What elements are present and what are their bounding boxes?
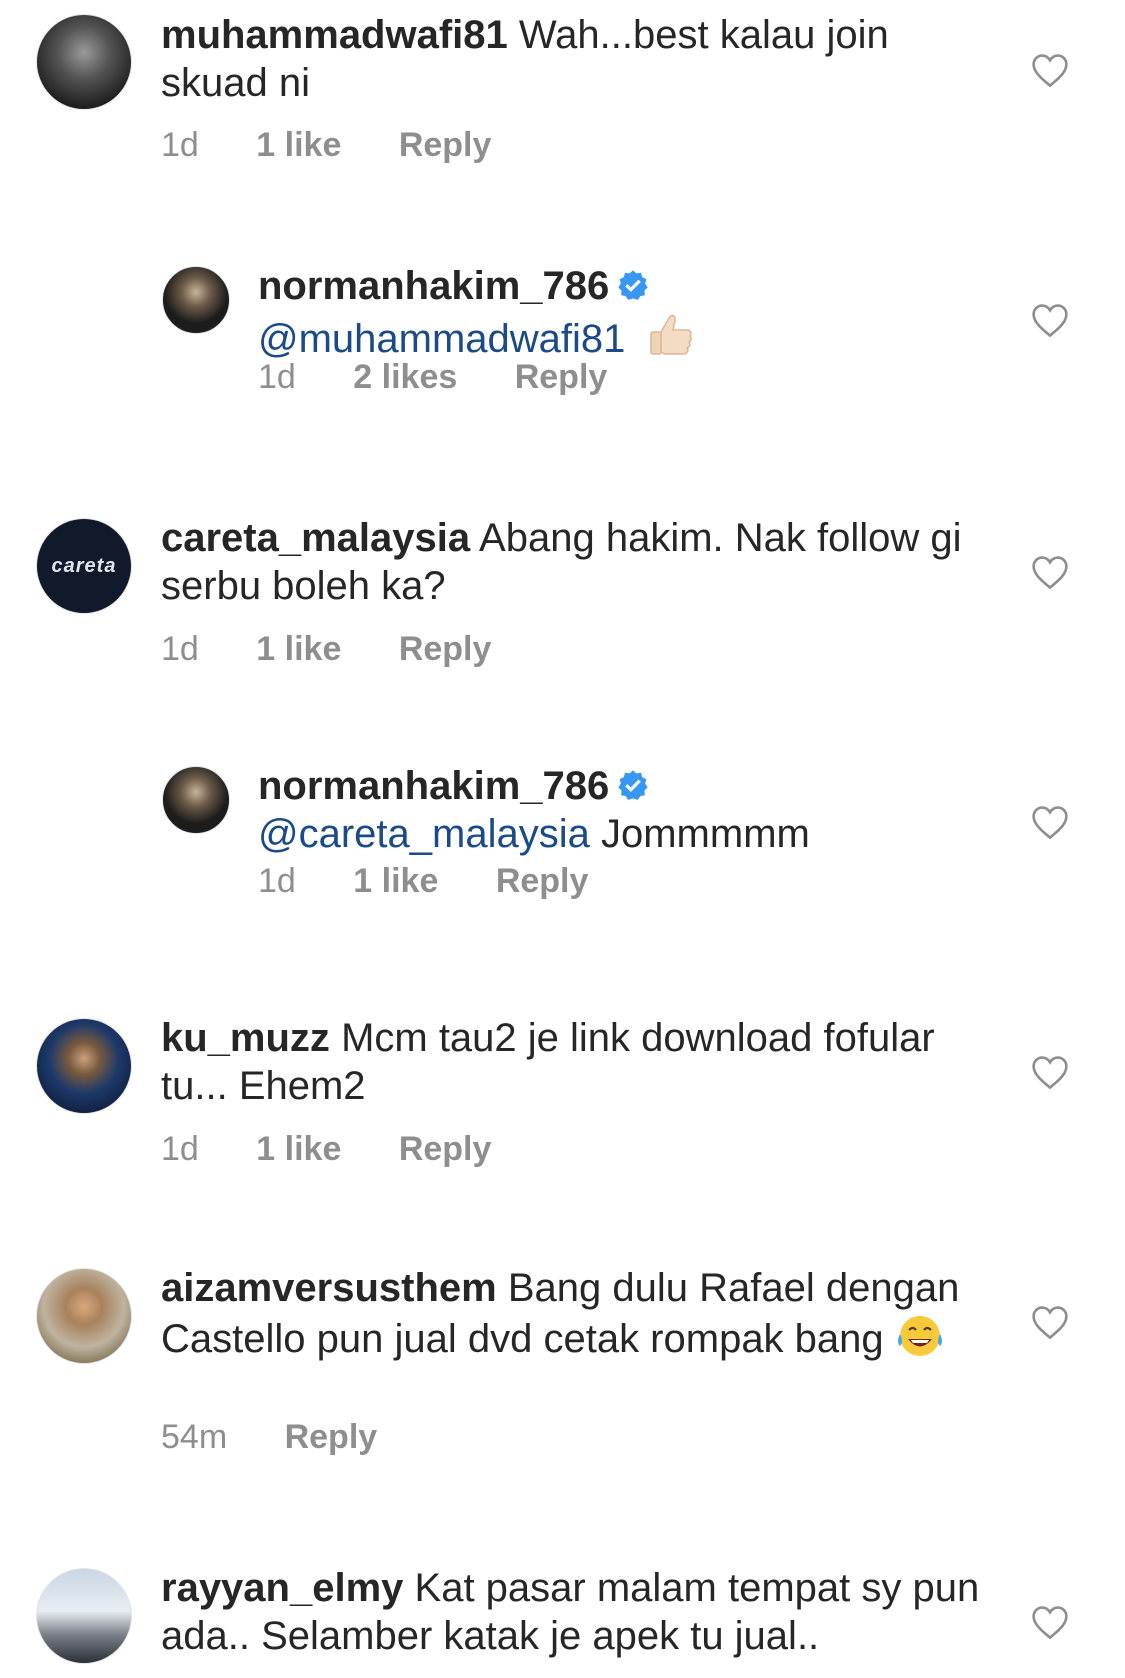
- comment-username[interactable]: ku_muzz: [161, 1016, 330, 1060]
- avatar[interactable]: [36, 14, 132, 110]
- comment-username[interactable]: careta_malaysia: [161, 516, 470, 560]
- likes-count[interactable]: 1 like: [256, 1130, 341, 1169]
- avatar[interactable]: [162, 766, 230, 834]
- comment-meta: 1d 1 like Reply: [161, 630, 539, 669]
- comment-username[interactable]: rayyan_elmy: [161, 1566, 403, 1610]
- comment-username[interactable]: aizamversusthem: [161, 1266, 497, 1310]
- reply-button[interactable]: Reply: [515, 358, 608, 397]
- comment-text: normanhakim_786 @careta_malaysia Jommmmm: [258, 762, 958, 858]
- mention-link[interactable]: @muhammadwafi81: [258, 317, 625, 361]
- verified-badge-icon: [618, 270, 648, 300]
- verified-badge-icon: [618, 770, 648, 800]
- comment-text: normanhakim_786 @muhammadwafi81: [258, 262, 958, 363]
- avatar[interactable]: [36, 1018, 132, 1114]
- reply-button[interactable]: Reply: [285, 1418, 378, 1457]
- comment-text: careta_malaysia Abang hakim. Nak follow …: [161, 514, 981, 610]
- comment-text: ku_muzz Mcm tau2 je link download fofula…: [161, 1014, 981, 1110]
- comment-item: normanhakim_786 @muhammadwafi81 1d 2 lik…: [0, 240, 1125, 490]
- comment-time: 1d: [258, 358, 296, 396]
- heart-icon[interactable]: [1030, 52, 1070, 88]
- comment-meta: 1d 1 like Reply: [258, 862, 636, 901]
- reply-button[interactable]: Reply: [399, 630, 492, 669]
- comment-item: careta careta_malaysia Abang hakim. Nak …: [0, 490, 1125, 740]
- comment-body: Jommmmm: [600, 812, 810, 856]
- comment-text: aizamversusthem Bang dulu Rafael dengan …: [161, 1264, 981, 1363]
- comment-username[interactable]: normanhakim_786: [258, 264, 609, 308]
- likes-count[interactable]: 1 like: [256, 630, 341, 669]
- likes-count[interactable]: 2 likes: [353, 358, 457, 397]
- avatar[interactable]: [162, 266, 230, 334]
- comment-meta: 1d 1 like Reply: [161, 126, 539, 165]
- comment-text: rayyan_elmy Kat pasar malam tempat sy pu…: [161, 1564, 981, 1660]
- avatar[interactable]: [36, 1568, 132, 1664]
- likes-count[interactable]: 1 like: [353, 862, 438, 901]
- comment-username[interactable]: muhammadwafi81: [161, 13, 508, 57]
- heart-icon[interactable]: [1030, 554, 1070, 590]
- reply-button[interactable]: Reply: [496, 862, 589, 901]
- heart-icon[interactable]: [1030, 1604, 1070, 1640]
- careta-logo: careta: [51, 554, 117, 577]
- thumbs-up-emoji-icon: [649, 314, 692, 355]
- tears-of-joy-emoji-icon: [897, 1316, 942, 1356]
- avatar[interactable]: [36, 1268, 132, 1364]
- reply-button[interactable]: Reply: [399, 1130, 492, 1169]
- comment-time: 54m: [161, 1418, 228, 1456]
- reply-button[interactable]: Reply: [399, 126, 492, 165]
- comment-meta: 1d 2 likes Reply: [258, 358, 655, 397]
- comment-meta: 1d 1 like Reply: [161, 1130, 539, 1169]
- comment-time: 1d: [258, 862, 296, 900]
- comment-item: aizamversusthem Bang dulu Rafael dengan …: [0, 1240, 1125, 1540]
- comment-text: muhammadwafi81 Wah...best kalau join sku…: [161, 11, 981, 107]
- heart-icon[interactable]: [1030, 804, 1070, 840]
- comment-time: 1d: [161, 1130, 199, 1168]
- heart-icon[interactable]: [1030, 1054, 1070, 1090]
- comment-item: normanhakim_786 @careta_malaysia Jommmmm…: [0, 740, 1125, 990]
- comment-username[interactable]: normanhakim_786: [258, 764, 609, 808]
- comment-time: 1d: [161, 630, 199, 668]
- heart-icon[interactable]: [1030, 302, 1070, 338]
- likes-count[interactable]: 1 like: [256, 126, 341, 165]
- comment-time: 1d: [161, 126, 199, 164]
- comment-item: ku_muzz Mcm tau2 je link download fofula…: [0, 990, 1125, 1240]
- avatar[interactable]: careta: [36, 518, 132, 614]
- comment-item: muhammadwafi81 Wah...best kalau join sku…: [0, 0, 1125, 240]
- comment-item: rayyan_elmy Kat pasar malam tempat sy pu…: [0, 1540, 1125, 1678]
- comment-meta: 54m Reply: [161, 1418, 425, 1457]
- heart-icon[interactable]: [1030, 1304, 1070, 1340]
- mention-link[interactable]: @careta_malaysia: [258, 812, 590, 856]
